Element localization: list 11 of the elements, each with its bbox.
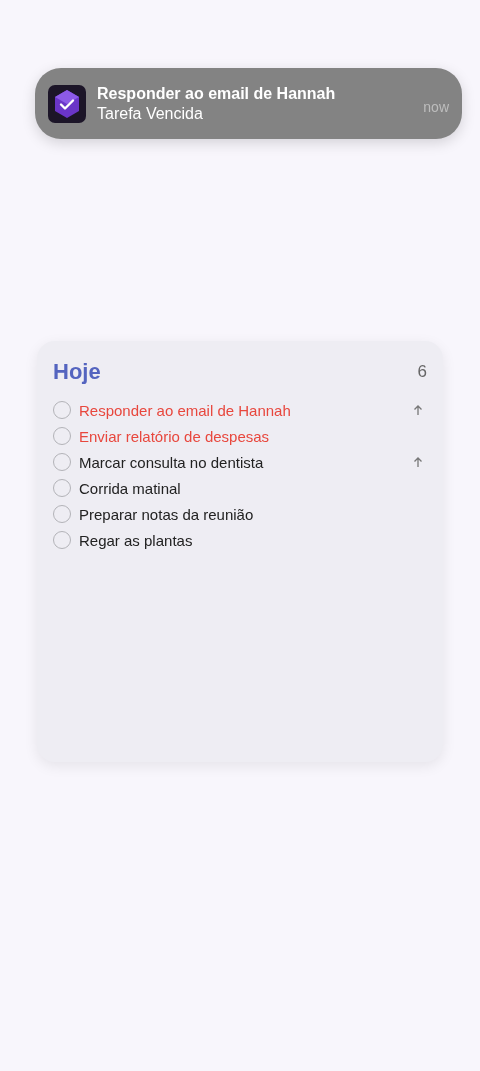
task-label[interactable]: Regar as plantas: [79, 531, 427, 549]
notification-time: now: [423, 98, 449, 115]
task-label[interactable]: Preparar notas da reunião: [79, 505, 427, 523]
task-label[interactable]: Marcar consulta no dentista: [79, 453, 412, 471]
task-count: 6: [417, 362, 427, 382]
notification-title: Responder ao email de Hannah: [97, 84, 337, 103]
app-icon: [48, 84, 86, 123]
task-label[interactable]: Corrida matinal: [79, 479, 427, 497]
notification-body: Tarefa Vencida: [97, 104, 204, 123]
widget-title: Hoje: [53, 359, 101, 385]
notification-banner[interactable]: Responder ao email de Hannah Tarefa Vencida now: [35, 68, 462, 139]
